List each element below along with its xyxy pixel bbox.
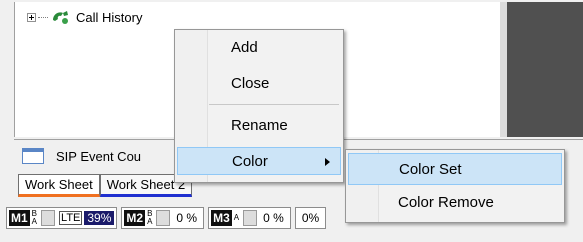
menu-item-color-remove[interactable]: Color Remove	[348, 188, 562, 218]
sheet-tabs: Work Sheet Work Sheet 2	[18, 174, 193, 197]
menu-separator	[209, 104, 339, 105]
m2-badge: M2	[124, 210, 146, 226]
menu-item-color-set[interactable]: Color Set	[348, 153, 562, 185]
tree-item-call-history[interactable]: Call History	[27, 8, 142, 26]
band-indicator: BA	[147, 209, 153, 226]
m3-status[interactable]: M3 A 0 %	[208, 207, 291, 229]
tree-item-label: Call History	[76, 9, 143, 25]
tree-connector	[38, 16, 48, 18]
m1-status[interactable]: M1 BA LTE 39%	[6, 207, 118, 229]
sim-icon	[41, 210, 56, 226]
tab-work-sheet[interactable]: Work Sheet	[18, 174, 100, 197]
m4-percent: 0%	[301, 211, 320, 225]
m3-badge: M3	[211, 210, 232, 226]
menu-item-add[interactable]: Add	[177, 34, 341, 62]
sim-icon	[156, 210, 171, 226]
phone-icon	[53, 11, 68, 24]
expand-icon[interactable]	[27, 12, 36, 22]
m4-status[interactable]: 0%	[294, 207, 327, 229]
m2-status[interactable]: M2 BA 0 %	[121, 207, 205, 229]
color-submenu: Color Set Color Remove	[345, 149, 565, 223]
sip-event-label: SIP Event Cou	[56, 148, 142, 164]
context-menu: Add Close Rename Color	[174, 29, 344, 183]
window-icon	[22, 148, 44, 164]
submenu-arrow-icon	[325, 158, 330, 166]
m3-percent: 0 %	[263, 211, 284, 225]
m1-badge: M1	[9, 210, 30, 226]
menu-item-close[interactable]: Close	[177, 70, 341, 98]
m2-percent: 0 %	[176, 211, 198, 225]
m1-percent: 39%	[84, 211, 115, 225]
sim-icon	[243, 210, 258, 226]
band-indicator: A	[233, 213, 240, 222]
network-type: LTE	[59, 211, 83, 225]
menu-item-rename[interactable]: Rename	[177, 112, 341, 140]
menu-item-color[interactable]: Color	[177, 147, 341, 175]
band-indicator: BA	[31, 209, 38, 226]
side-panel	[507, 2, 583, 137]
sip-event-count-item[interactable]: SIP Event Cou	[22, 148, 141, 164]
